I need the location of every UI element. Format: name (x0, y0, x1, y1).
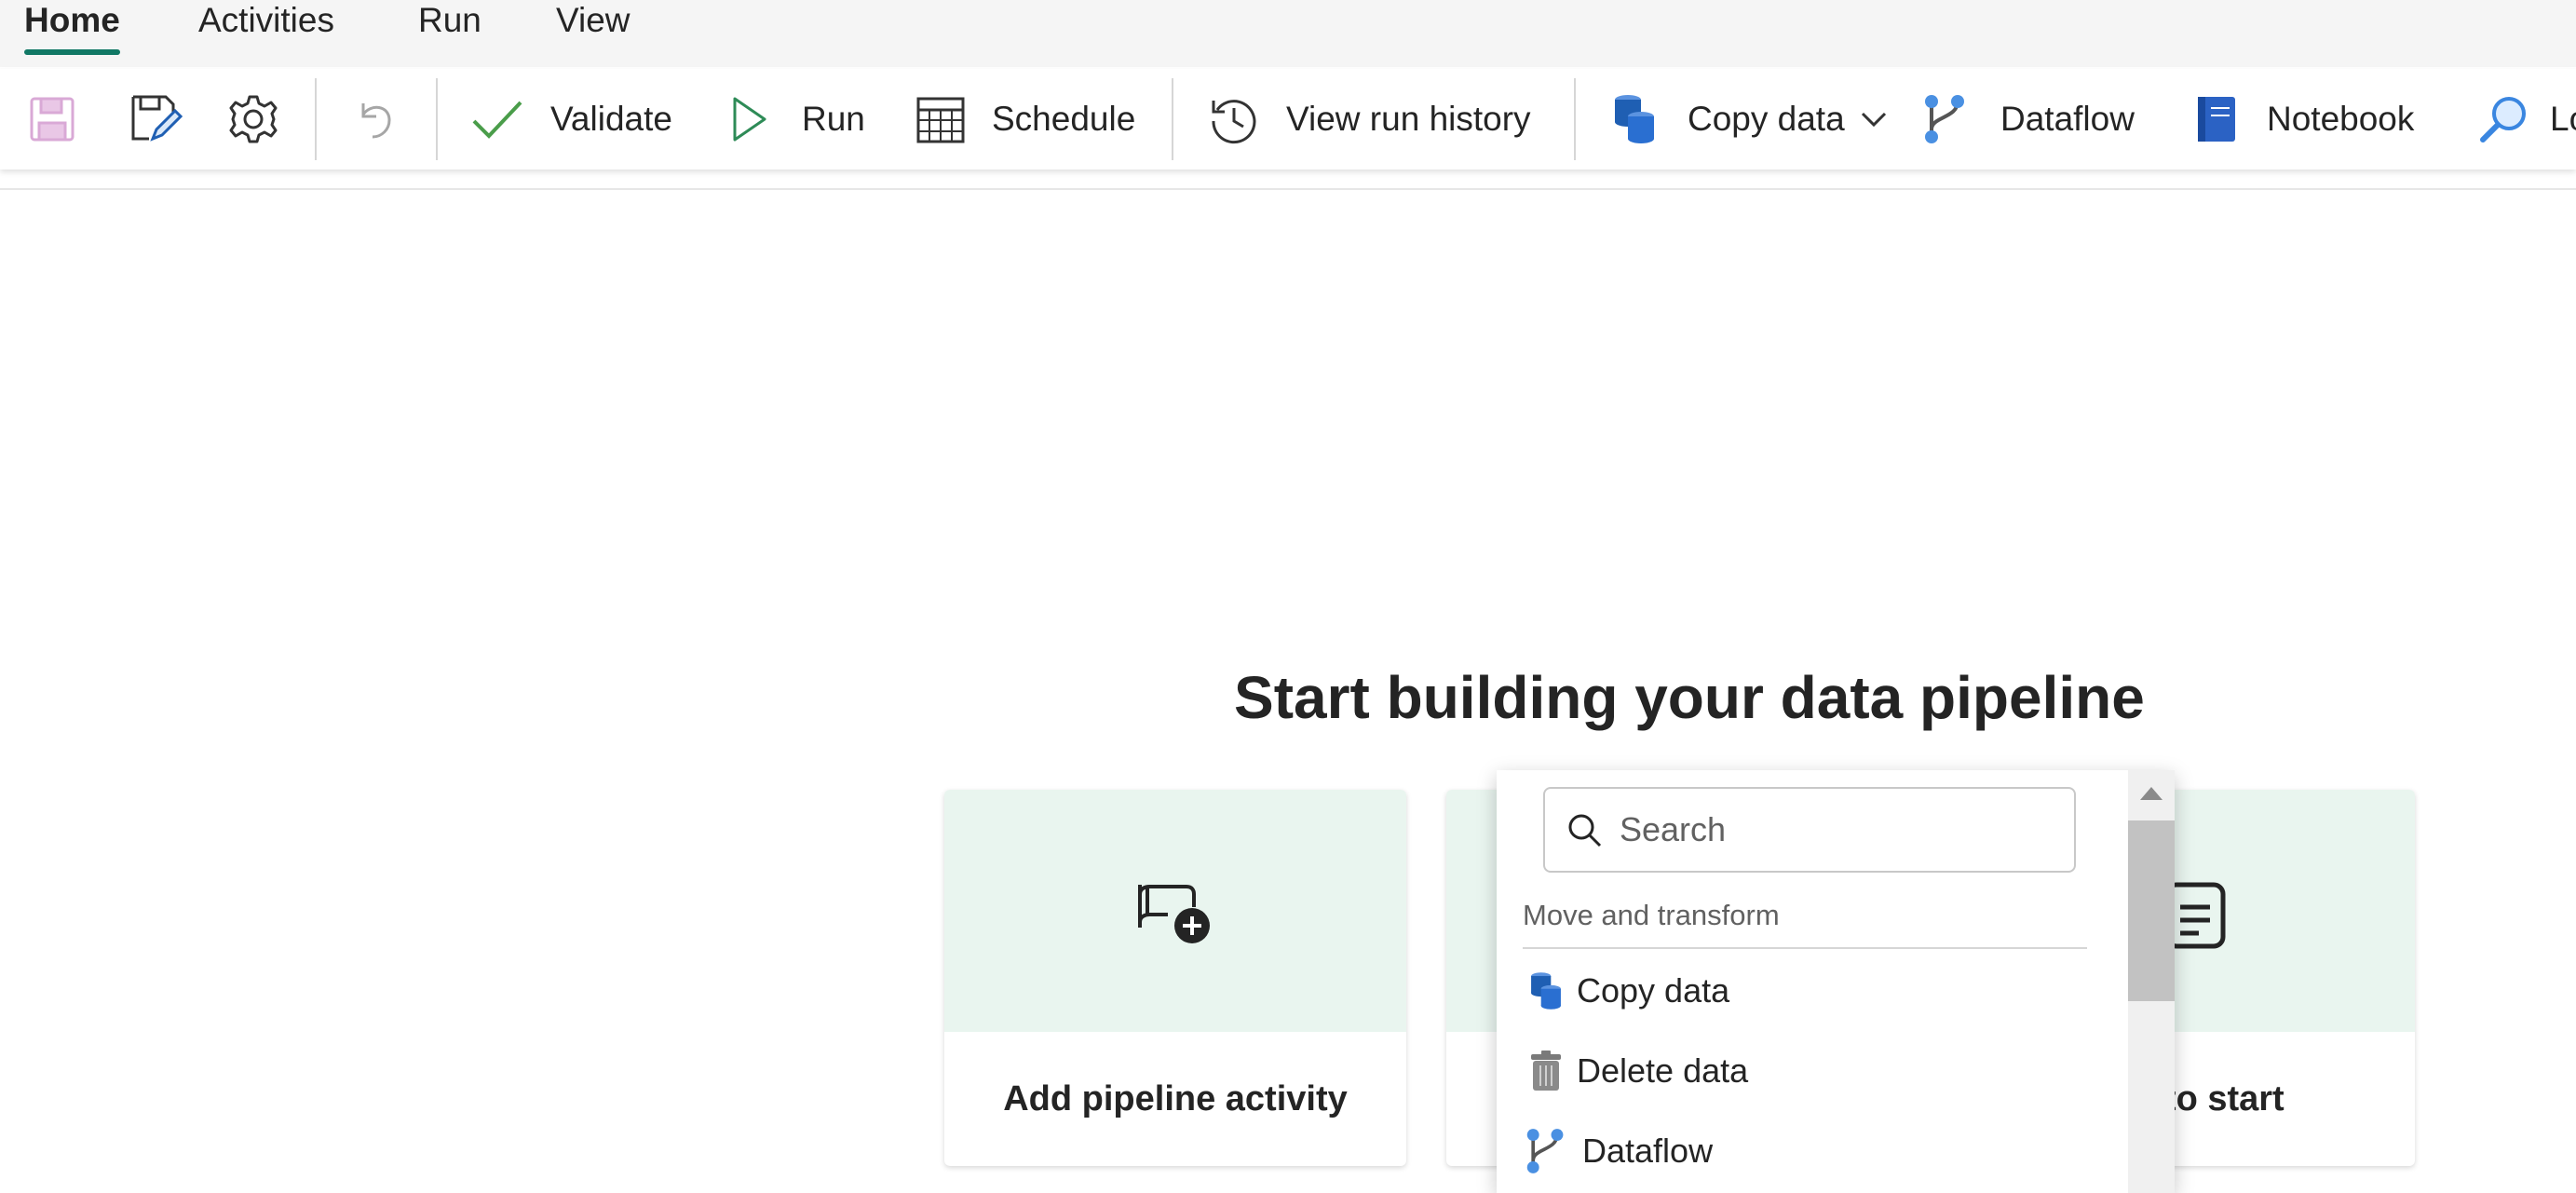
notebook-icon (2198, 97, 2235, 142)
view-run-history-label: View run history (1286, 100, 1531, 138)
save-as-button[interactable] (129, 69, 183, 169)
lookup-label: Lo (2550, 100, 2576, 138)
ribbon-separator (315, 78, 317, 160)
schedule-button[interactable]: Schedule (915, 69, 1135, 169)
scroll-up-arrow-icon[interactable] (2140, 787, 2162, 800)
tab-activities-label: Activities (198, 1, 334, 39)
menu-item-label: Copy data (1577, 971, 1730, 1010)
copy-data-button[interactable]: Copy data (1611, 69, 1888, 169)
activity-dropdown: Move and transform Copy data (1497, 770, 2175, 1193)
search-icon (1568, 814, 1602, 847)
add-pipeline-activity-card[interactable]: Add pipeline activity (944, 790, 1406, 1166)
menu-item-copy-data[interactable]: Copy data (1515, 955, 2087, 1027)
ribbon-toolbar: Validate Run Schedule View run history C… (0, 69, 2576, 169)
dataflow-label: Dataflow (2000, 100, 2135, 138)
validate-label: Validate (550, 100, 672, 138)
ribbon-separator (436, 78, 438, 160)
tab-home-label: Home (24, 1, 120, 39)
tab-bar: Home Activities Run View (0, 0, 2576, 67)
save-icon (30, 97, 75, 142)
tab-home[interactable]: Home (24, 0, 120, 56)
search-box[interactable] (1543, 787, 2076, 873)
tab-activities[interactable]: Activities (198, 0, 334, 56)
card-header (944, 790, 1406, 1032)
undo-icon (361, 103, 391, 139)
menu-item-label: Dataflow (1582, 1132, 1714, 1170)
menu-item-label: Delete data (1577, 1051, 1749, 1090)
tab-view-label: View (556, 1, 630, 39)
validate-button[interactable]: Validate (470, 69, 672, 169)
dataflow-icon (1925, 95, 1964, 143)
menu-item-dataflow[interactable]: Dataflow (1515, 1115, 2087, 1187)
menu-item-delete-data[interactable]: Delete data (1515, 1035, 2087, 1107)
save-edit-icon (131, 95, 183, 142)
chevron-down-icon[interactable] (1860, 110, 1888, 129)
scroll-thumb[interactable] (2128, 820, 2175, 1001)
page-title: Start building your data pipeline (1234, 664, 2145, 731)
card-label: Add pipeline activity (1003, 1078, 1348, 1118)
tab-view[interactable]: View (556, 0, 630, 56)
history-icon (1212, 100, 1256, 144)
pipeline-add-icon (1138, 885, 1210, 943)
trash-icon (1531, 1051, 1561, 1091)
lookup-button[interactable]: Lo (2477, 69, 2576, 169)
pipeline-editor: Home Activities Run View Validate Run Sc… (0, 0, 2576, 1193)
notebook-button[interactable]: Notebook (2194, 69, 2414, 169)
copy-data-icon (1531, 972, 1561, 1010)
run-label: Run (802, 100, 865, 138)
gear-icon (229, 95, 278, 143)
checkmark-icon (472, 101, 522, 139)
run-button[interactable]: Run (729, 69, 865, 169)
settings-button[interactable] (227, 69, 279, 169)
dataflow-button[interactable]: Dataflow (1922, 69, 2135, 169)
magnifier-icon (2480, 97, 2526, 142)
search-input[interactable] (1620, 810, 2048, 849)
undo-button[interactable] (352, 69, 399, 169)
dataflow-icon (1526, 1129, 1564, 1173)
section-title: Move and transform (1523, 899, 1780, 931)
canvas-divider (0, 188, 2576, 190)
active-tab-indicator (24, 49, 120, 55)
notebook-label: Notebook (2267, 100, 2415, 138)
tab-run[interactable]: Run (418, 0, 481, 56)
section-divider (1523, 947, 2087, 949)
save-button[interactable] (28, 69, 76, 169)
calendar-icon (916, 97, 965, 143)
copy-data-icon (1615, 95, 1654, 143)
schedule-label: Schedule (992, 100, 1136, 138)
ribbon-separator (1172, 78, 1173, 160)
ribbon-separator (1574, 78, 1576, 160)
view-run-history-button[interactable]: View run history (1208, 69, 1531, 169)
play-icon (733, 97, 766, 142)
copy-data-label: Copy data (1688, 100, 1845, 138)
dropdown-scrollbar[interactable] (2128, 770, 2175, 1193)
tab-run-label: Run (418, 1, 481, 39)
